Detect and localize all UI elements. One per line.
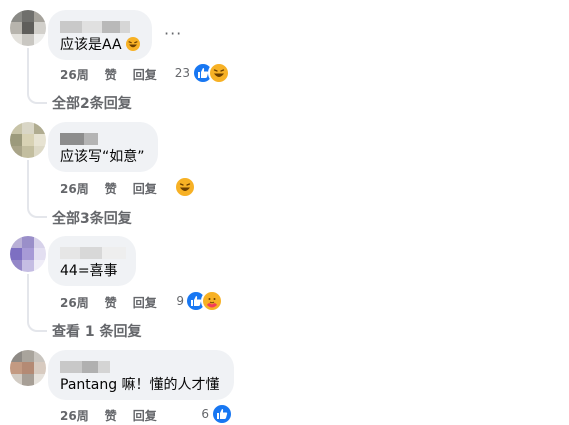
like-button[interactable]: 赞: [105, 180, 117, 197]
care-icon[interactable]: [201, 290, 223, 312]
reply-button[interactable]: 回复: [133, 66, 157, 83]
more-options-icon[interactable]: ···: [164, 24, 182, 43]
thread-curve: [27, 202, 47, 218]
comment-actions: 26周赞回复: [60, 180, 173, 197]
reaction-count[interactable]: 23: [166, 66, 190, 80]
haha-icon[interactable]: [174, 176, 196, 198]
comment-text: Pantang 嘛！懂的人才懂: [60, 377, 220, 393]
comment-text: 应该写“如意”: [60, 149, 145, 165]
haha-emoji: [126, 37, 140, 51]
avatar[interactable]: [10, 10, 46, 46]
comment-actions: 26周赞回复: [60, 294, 173, 311]
thread-line: [27, 274, 29, 318]
author-name[interactable]: [60, 358, 110, 373]
avatar[interactable]: [10, 236, 46, 272]
view-replies-link[interactable]: 全部3条回复: [52, 208, 132, 228]
like-icon[interactable]: [211, 403, 233, 425]
timestamp[interactable]: 26周: [60, 407, 89, 424]
thread-curve: [27, 316, 47, 332]
avatar[interactable]: [10, 350, 46, 386]
like-button[interactable]: 赞: [105, 294, 117, 311]
reply-button[interactable]: 回复: [133, 294, 157, 311]
view-replies-link[interactable]: 查看 1 条回复: [52, 321, 142, 341]
reply-button[interactable]: 回复: [133, 407, 157, 424]
author-name[interactable]: [60, 244, 126, 259]
reaction-count[interactable]: 6: [185, 407, 209, 421]
comment-bubble[interactable]: Pantang 嘛！懂的人才懂: [48, 350, 234, 400]
avatar[interactable]: [10, 122, 46, 158]
comment-actions: 26周赞回复: [60, 66, 173, 83]
author-name[interactable]: [60, 130, 98, 145]
view-replies-link[interactable]: 全部2条回复: [52, 93, 132, 113]
comment-bubble[interactable]: 44=喜事: [48, 236, 136, 286]
comment-bubble[interactable]: 应该写“如意”: [48, 122, 158, 172]
like-button[interactable]: 赞: [105, 407, 117, 424]
comment-bubble[interactable]: 应该是AA: [48, 10, 152, 60]
comment-text: 44=喜事: [60, 263, 118, 279]
haha-icon[interactable]: [208, 62, 230, 84]
like-button[interactable]: 赞: [105, 66, 117, 83]
author-name[interactable]: [60, 18, 130, 33]
timestamp[interactable]: 26周: [60, 294, 89, 311]
thread-curve: [27, 88, 47, 104]
reply-button[interactable]: 回复: [133, 180, 157, 197]
comment-actions: 26周赞回复: [60, 407, 173, 424]
reaction-count[interactable]: 9: [160, 294, 184, 308]
timestamp[interactable]: 26周: [60, 180, 89, 197]
thread-line: [27, 48, 29, 90]
comment-text: 应该是AA: [60, 36, 140, 54]
thread-line: [27, 160, 29, 204]
timestamp[interactable]: 26周: [60, 66, 89, 83]
